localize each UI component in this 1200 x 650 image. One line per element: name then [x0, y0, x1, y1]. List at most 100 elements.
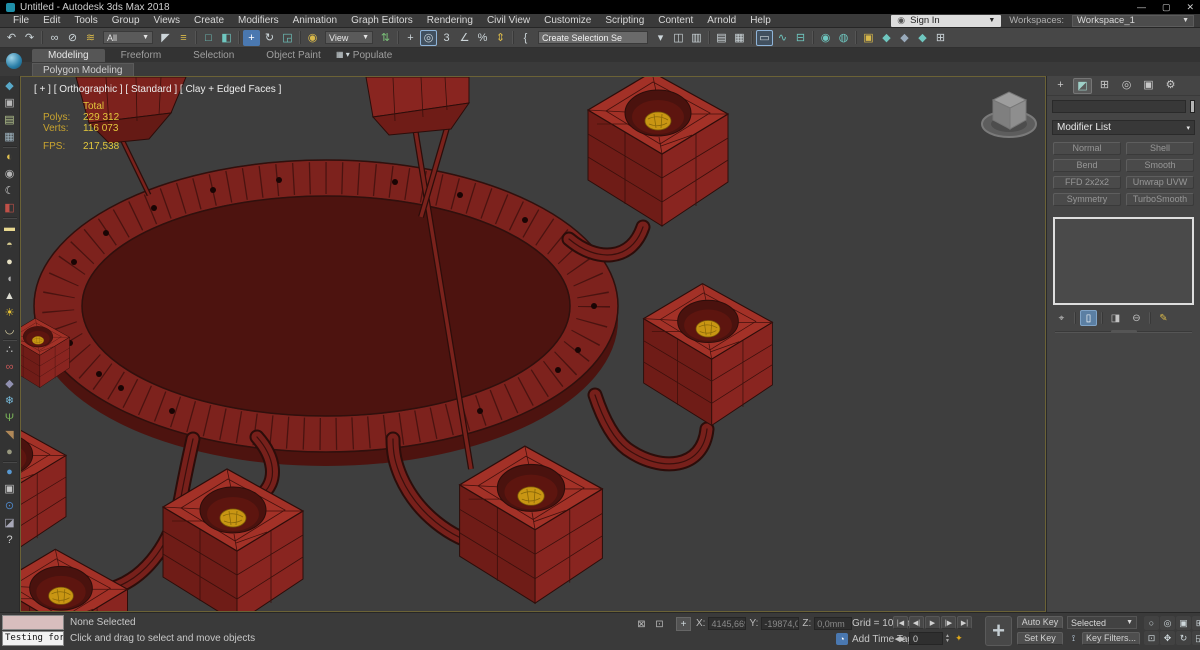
sun-icon[interactable]: ☀	[2, 305, 18, 321]
pan-icon[interactable]: ✥	[1160, 631, 1175, 645]
box-primitive-icon[interactable]: ▬	[2, 220, 18, 236]
mirror-icon[interactable]: ◫	[670, 30, 687, 46]
sphere-blue-icon[interactable]: ●	[2, 464, 18, 480]
named-sets-dropdown-icon[interactable]: ▾	[652, 30, 669, 46]
zoom-all-icon[interactable]: ◎	[1160, 616, 1175, 630]
menu-graph-editors[interactable]: Graph Editors	[344, 15, 420, 26]
schematic-view-icon[interactable]: ⊟	[792, 30, 809, 46]
play-button[interactable]: ▶	[925, 616, 940, 629]
molecule-icon[interactable]: ∞	[2, 359, 18, 375]
absolute-mode-toggle-icon[interactable]: +	[676, 617, 691, 631]
go-to-start-button[interactable]: |◀	[893, 616, 908, 629]
unwrap-uvw-button[interactable]: Unwrap UVW	[1126, 176, 1194, 189]
ribbon-tab-selection[interactable]: Selection	[177, 49, 250, 62]
menu-animation[interactable]: Animation	[286, 15, 344, 26]
ribbon-tab-modeling[interactable]: Modeling	[32, 49, 105, 62]
menu-views[interactable]: Views	[147, 15, 188, 26]
frame-spinner[interactable]: ▲ ▼	[945, 633, 950, 644]
key-mode-toggle-icon[interactable]: ✦	[952, 632, 966, 645]
scene-list-icon[interactable]: ▤	[2, 112, 18, 128]
select-and-scale-icon[interactable]: ◲	[279, 30, 296, 46]
menu-arnold[interactable]: Arnold	[700, 15, 743, 26]
y-coordinate-field[interactable]: -19874,05	[761, 617, 800, 630]
bend-button[interactable]: Bend	[1053, 159, 1121, 172]
turbosmooth-button[interactable]: TurboSmooth	[1126, 193, 1194, 206]
snaps-toggle-icon[interactable]: ◎	[420, 29, 437, 46]
viewport-label[interactable]: [ + ] [ Orthographic ] [ Standard ] [ Cl…	[34, 84, 281, 95]
menu-tools[interactable]: Tools	[67, 15, 104, 26]
go-to-end-button[interactable]: ▶|	[957, 616, 972, 629]
key-filter-toggle-icon[interactable]: ⟟	[1067, 632, 1080, 645]
rendered-frame-window-icon[interactable]: ▣	[860, 30, 877, 46]
use-pivot-point-icon[interactable]: ◉	[304, 30, 321, 46]
sign-in-button[interactable]: ◉ Sign In ▼	[891, 14, 1002, 27]
set-key-button[interactable]: Set Key	[1017, 632, 1063, 645]
camera-icon[interactable]: ◉	[2, 166, 18, 182]
smooth-button[interactable]: Smooth	[1126, 159, 1194, 172]
menu-civil-view[interactable]: Civil View	[480, 15, 537, 26]
current-frame-field[interactable]: 0	[909, 632, 943, 645]
material-editor-icon[interactable]: ◉	[817, 30, 834, 46]
minimize-button[interactable]: —	[1137, 2, 1146, 13]
ribbon-home-icon[interactable]	[6, 53, 22, 69]
maximize-viewport-icon[interactable]: ◱	[1192, 631, 1200, 645]
menu-edit[interactable]: Edit	[36, 15, 67, 26]
key-filters-button[interactable]: Key Filters...	[1082, 632, 1140, 645]
remove-modifier-icon[interactable]: ⊖	[1128, 310, 1145, 326]
menu-rendering[interactable]: Rendering	[420, 15, 480, 26]
zoom-icon[interactable]: ○	[1144, 616, 1159, 630]
select-and-link-icon[interactable]: ∞	[46, 30, 63, 46]
object-color-swatch[interactable]	[1190, 100, 1195, 113]
menu-scripting[interactable]: Scripting	[598, 15, 651, 26]
z-coordinate-field[interactable]: 0,0mm	[814, 617, 853, 630]
create-tab-icon[interactable]: +	[1051, 78, 1070, 94]
ffd-2x2x2-button[interactable]: FFD 2x2x2	[1053, 176, 1121, 189]
gamepad-icon[interactable]: ◆	[2, 376, 18, 392]
moon-icon[interactable]: ☾	[2, 183, 18, 199]
activeshade-icon[interactable]: ◆	[914, 30, 931, 46]
align-icon[interactable]: ▥	[688, 30, 705, 46]
edit-named-selection-sets-icon[interactable]: {	[517, 30, 534, 46]
make-unique-icon[interactable]: ◨	[1107, 310, 1124, 326]
layer-explorer-icon[interactable]: ▦	[731, 30, 748, 46]
spreadsheet-icon[interactable]: ▦	[2, 129, 18, 145]
zoom-extents-all-icon[interactable]: ⊞	[1192, 616, 1200, 630]
show-end-result-icon[interactable]: ▯	[1080, 310, 1097, 326]
close-button[interactable]: ✕	[1186, 2, 1194, 13]
render-setup-icon[interactable]: ◍	[835, 30, 852, 46]
menu-content[interactable]: Content	[651, 15, 700, 26]
unlink-selection-icon[interactable]: ⊘	[64, 30, 81, 46]
menu-customize[interactable]: Customize	[537, 15, 598, 26]
select-and-move-icon[interactable]: +	[243, 29, 260, 46]
spinner-snap-icon[interactable]: ⇕	[492, 30, 509, 46]
snap-3d-icon[interactable]: 3	[438, 30, 455, 46]
set-keys-button[interactable]: +	[985, 616, 1012, 646]
key-mode-prev-next-icon[interactable]: ◀▶	[893, 632, 907, 645]
select-and-manipulate-icon[interactable]: +	[402, 30, 419, 46]
render-production-icon[interactable]: ◆	[878, 30, 895, 46]
clapper-icon[interactable]: ◧	[2, 200, 18, 216]
reference-coordinate-dropdown[interactable]: View ▼	[325, 31, 373, 44]
auto-key-button[interactable]: Auto Key	[1017, 616, 1063, 629]
rock-icon[interactable]: ●	[2, 444, 18, 460]
maxscript-listener-line[interactable]: Testing for i	[2, 631, 64, 646]
render-teapot-icon[interactable]: ◆	[2, 78, 18, 94]
isolate-selection-icon[interactable]: ⊠	[634, 617, 649, 631]
select-object-icon[interactable]: ◤	[157, 30, 174, 46]
render-iterative-icon[interactable]: ◆	[896, 30, 913, 46]
bind-to-space-warp-icon[interactable]: ≋	[82, 30, 99, 46]
orbit-icon[interactable]: ↻	[1176, 631, 1191, 645]
scene-explorer-icon[interactable]: ▤	[713, 30, 730, 46]
menu-modifiers[interactable]: Modifiers	[231, 15, 286, 26]
bowl-icon[interactable]: ◡	[2, 322, 18, 338]
symmetry-button[interactable]: Symmetry	[1053, 193, 1121, 206]
render-preview-icon[interactable]: ▣	[2, 95, 18, 111]
menu-group[interactable]: Group	[105, 15, 147, 26]
sphere-primitive-icon[interactable]: ●	[2, 254, 18, 270]
polygon-modeling-panel-tab[interactable]: Polygon Modeling	[32, 62, 134, 76]
modifier-stack[interactable]	[1053, 217, 1194, 305]
motion-tab-icon[interactable]: ◎	[1117, 78, 1136, 94]
hierarchy-tab-icon[interactable]: ⊞	[1095, 78, 1114, 94]
ribbon-tab-freeform[interactable]: Freeform	[105, 49, 178, 62]
workspace-dropdown[interactable]: Workspace_1 ▼	[1072, 14, 1194, 27]
